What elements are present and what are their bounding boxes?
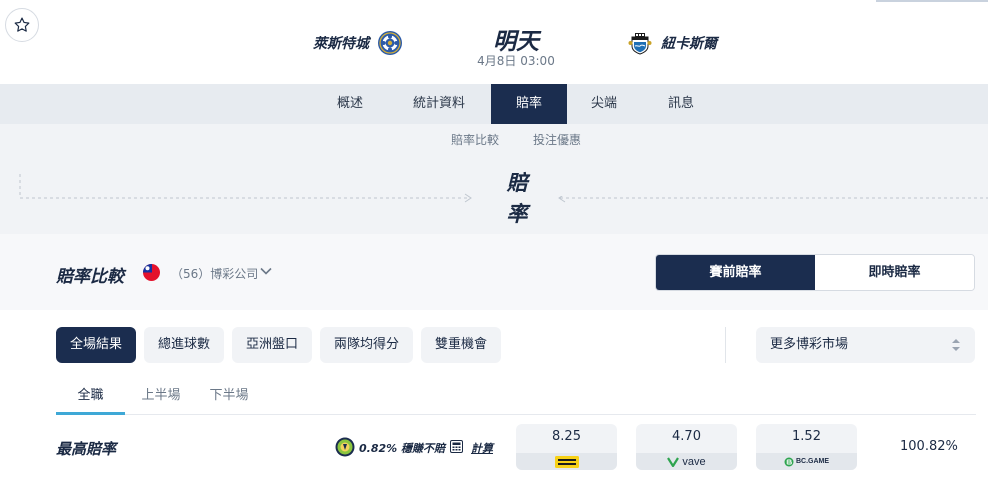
odds-value-away: 1.52 bbox=[792, 429, 821, 444]
odds-cell-home[interactable]: 8.25 bbox=[516, 424, 617, 470]
subtab-betting-offers[interactable]: 投注優惠 bbox=[533, 124, 581, 156]
live-odds-button[interactable]: 即時賠率 bbox=[815, 255, 974, 290]
arbitrage-text: 0.82% 穩賺不賠 bbox=[359, 442, 445, 455]
match-day: 明天 bbox=[493, 29, 539, 55]
odds-cell-draw[interactable]: 4.70 vave bbox=[636, 424, 737, 470]
odds-value-home: 8.25 bbox=[552, 429, 581, 444]
section-title-line2: 率 bbox=[506, 202, 528, 226]
tab-tips[interactable]: 尖端 bbox=[580, 84, 628, 124]
tab-overview[interactable]: 概述 bbox=[318, 84, 382, 124]
newcastle-crest-icon bbox=[628, 33, 652, 55]
sub-nav: 賠率比較 投注優惠 bbox=[0, 124, 988, 156]
top-accent-bar bbox=[876, 0, 988, 2]
match-header: 萊斯特城 明天 4月8日 03:00 紐卡斯爾 bbox=[0, 0, 988, 84]
period-tabs-divider bbox=[56, 414, 976, 415]
section-title-line1: 賠 bbox=[506, 171, 528, 195]
vave-logo-text: vave bbox=[682, 455, 706, 468]
bcgame-logo-text: BC.GAME bbox=[795, 458, 830, 465]
calculator-icon[interactable] bbox=[450, 440, 463, 453]
market-chip-full-time-result[interactable]: 全場結果 bbox=[56, 327, 136, 363]
comparison-title: 賠率比較 bbox=[56, 267, 124, 287]
vave-logo-icon bbox=[667, 456, 680, 467]
tab-news[interactable]: 訊息 bbox=[654, 84, 708, 124]
market-chip-both-teams-score[interactable]: 兩隊均得分 bbox=[320, 327, 413, 363]
away-team[interactable]: 紐卡斯爾 bbox=[627, 30, 717, 56]
taiwan-flag-icon[interactable] bbox=[143, 264, 160, 281]
interwetten-logo-icon bbox=[554, 455, 579, 468]
chevron-down-icon[interactable] bbox=[259, 264, 273, 278]
divider bbox=[725, 327, 726, 363]
comparison-header: 賠率比較 （56）博彩公司 賽前賠率 即時賠率 bbox=[0, 234, 988, 310]
section-title: 賠 率 bbox=[502, 168, 532, 230]
arbitrage-badge-icon bbox=[335, 437, 355, 457]
more-markets-label: 更多博彩市場 bbox=[770, 337, 849, 352]
section-banner: 賠 率 bbox=[0, 156, 988, 234]
bcgame-logo-icon bbox=[784, 457, 794, 466]
main-nav: 概述 統計資料 賠率 尖端 訊息 bbox=[0, 84, 988, 124]
tab-stats[interactable]: 統計資料 bbox=[396, 84, 482, 124]
odds-type-toggle: 賽前賠率 即時賠率 bbox=[655, 254, 975, 291]
tab-odds[interactable]: 賠率 bbox=[491, 84, 567, 124]
period-tab-full-time[interactable]: 全職 bbox=[56, 386, 125, 414]
market-chip-total-goals[interactable]: 總進球數 bbox=[144, 327, 224, 363]
period-tab-second-half[interactable]: 下半場 bbox=[200, 386, 258, 414]
sort-updown-icon bbox=[952, 339, 960, 351]
period-active-underline bbox=[56, 412, 125, 415]
market-chip-double-chance[interactable]: 雙重機會 bbox=[421, 327, 501, 363]
calculate-link[interactable]: 計算 bbox=[471, 440, 493, 456]
market-chip-asian-handicap[interactable]: 亞洲盤口 bbox=[232, 327, 312, 363]
away-team-name: 紐卡斯爾 bbox=[661, 36, 717, 52]
payout-percentage: 100.82% bbox=[900, 439, 958, 454]
odds-value-draw: 4.70 bbox=[672, 429, 701, 444]
more-markets-select[interactable]: 更多博彩市場 bbox=[756, 327, 975, 363]
period-tab-first-half[interactable]: 上半場 bbox=[132, 386, 190, 414]
subtab-odds-comparison[interactable]: 賠率比較 bbox=[451, 124, 499, 156]
right-dashed-arrow bbox=[558, 196, 988, 203]
bookmaker-count[interactable]: （56）博彩公司 bbox=[171, 265, 258, 282]
best-odds-title: 最高賠率 bbox=[56, 440, 117, 458]
prematch-odds-button[interactable]: 賽前賠率 bbox=[656, 255, 815, 290]
odds-cell-away[interactable]: 1.52 BC.GAME bbox=[756, 424, 857, 470]
left-dashed-arrow bbox=[19, 174, 472, 203]
interwetten-logo bbox=[516, 453, 617, 470]
vave-logo: vave bbox=[636, 453, 737, 470]
match-datetime: 4月8日 03:00 bbox=[477, 54, 555, 68]
bcgame-logo: BC.GAME bbox=[756, 453, 857, 470]
